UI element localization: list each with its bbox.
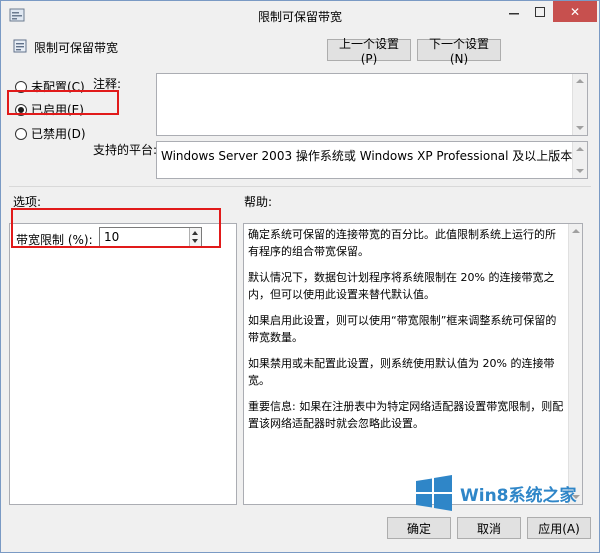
minimize-icon <box>509 12 519 14</box>
help-paragraph: 如果禁用或未配置此设置，则系统使用默认值为 20% 的连接带宽。 <box>248 357 555 387</box>
scroll-up-icon[interactable] <box>576 147 584 151</box>
scroll-up-icon[interactable] <box>572 229 580 233</box>
bandwidth-limit-spinner[interactable]: 10 <box>99 227 202 247</box>
bandwidth-limit-label: 带宽限制 (%): <box>16 233 93 247</box>
scroll-up-icon[interactable] <box>576 79 584 83</box>
platform-label: 支持的平台: <box>93 143 158 157</box>
help-title: 帮助: <box>244 195 273 209</box>
ok-button[interactable]: 确定 <box>387 517 451 539</box>
help-paragraph: 确定系统可保留的连接带宽的百分比。此值限制系统上运行的所有程序的组合带宽保留。 <box>248 228 556 258</box>
maximize-icon <box>535 6 545 17</box>
policy-setting-icon <box>13 39 27 53</box>
previous-setting-button[interactable]: 上一个设置(P) <box>327 37 411 66</box>
scroll-down-icon[interactable] <box>576 126 584 130</box>
options-title: 选项: <box>13 195 42 209</box>
radio-label: 已启用(E) <box>31 103 84 117</box>
close-icon: ✕ <box>569 4 581 19</box>
radio-button-checked[interactable] <box>15 103 27 116</box>
radio-button[interactable] <box>15 80 27 93</box>
apply-button[interactable]: 应用(A) <box>527 517 591 539</box>
help-paragraph: 默认情况下，数据包计划程序将系统限制在 20% 的连接带宽之内，但可以使用此设置… <box>248 271 555 301</box>
help-paragraph: 重要信息: 如果在注册表中为特定网络适配器设置带宽限制，则配置该网络适配器时就会… <box>248 400 564 430</box>
scroll-down-icon[interactable] <box>576 169 584 173</box>
comment-label: 注释: <box>93 77 122 91</box>
comment-scrollbar[interactable] <box>572 74 587 135</box>
cancel-button[interactable]: 取消 <box>457 517 521 539</box>
close-button[interactable]: ✕ <box>553 1 597 22</box>
watermark: Win8系统之家 <box>414 475 577 511</box>
radio-disabled[interactable]: 已禁用(D) <box>15 125 86 142</box>
radio-label: 未配置(C) <box>31 80 85 94</box>
platform-scrollbar[interactable] <box>572 142 587 178</box>
divider <box>9 186 591 187</box>
spin-up-icon[interactable] <box>192 231 198 235</box>
watermark-text: Win8系统之家 <box>460 485 577 506</box>
minimize-button[interactable] <box>501 1 527 22</box>
help-paragraph: 如果启用此设置，则可以使用“带宽限制”框来调整系统可保留的带宽数量。 <box>248 314 557 344</box>
spinner-buttons[interactable] <box>189 228 201 246</box>
policy-name: 限制可保留带宽 <box>34 41 119 55</box>
options-pane: 带宽限制 (%): 10 <box>9 223 237 505</box>
radio-not-configured[interactable]: 未配置(C) <box>15 78 85 95</box>
radio-label: 已禁用(D) <box>31 127 86 141</box>
windows-logo-icon <box>416 475 452 511</box>
policy-dialog: 限制可保留带宽 ✕ 限制可保留带宽 上一个设置(P) 下一个设置(N) 未配置(… <box>0 0 600 553</box>
help-pane: 确定系统可保留的连接带宽的百分比。此值限制系统上运行的所有程序的组合带宽保留。 … <box>243 223 583 505</box>
help-scrollbar[interactable] <box>568 224 582 504</box>
radio-button[interactable] <box>15 127 27 140</box>
maximize-button[interactable] <box>527 1 553 22</box>
platform-value: Windows Server 2003 操作系统或 Windows XP Pro… <box>161 149 573 163</box>
next-setting-button[interactable]: 下一个设置(N) <box>417 37 501 66</box>
radio-enabled[interactable]: 已启用(E) <box>15 101 84 118</box>
title-bar[interactable]: 限制可保留带宽 ✕ <box>1 1 599 30</box>
bandwidth-limit-value[interactable]: 10 <box>104 230 119 244</box>
platform-textbox: Windows Server 2003 操作系统或 Windows XP Pro… <box>156 141 588 179</box>
spin-down-icon[interactable] <box>192 239 198 243</box>
comment-textarea[interactable] <box>156 73 588 136</box>
